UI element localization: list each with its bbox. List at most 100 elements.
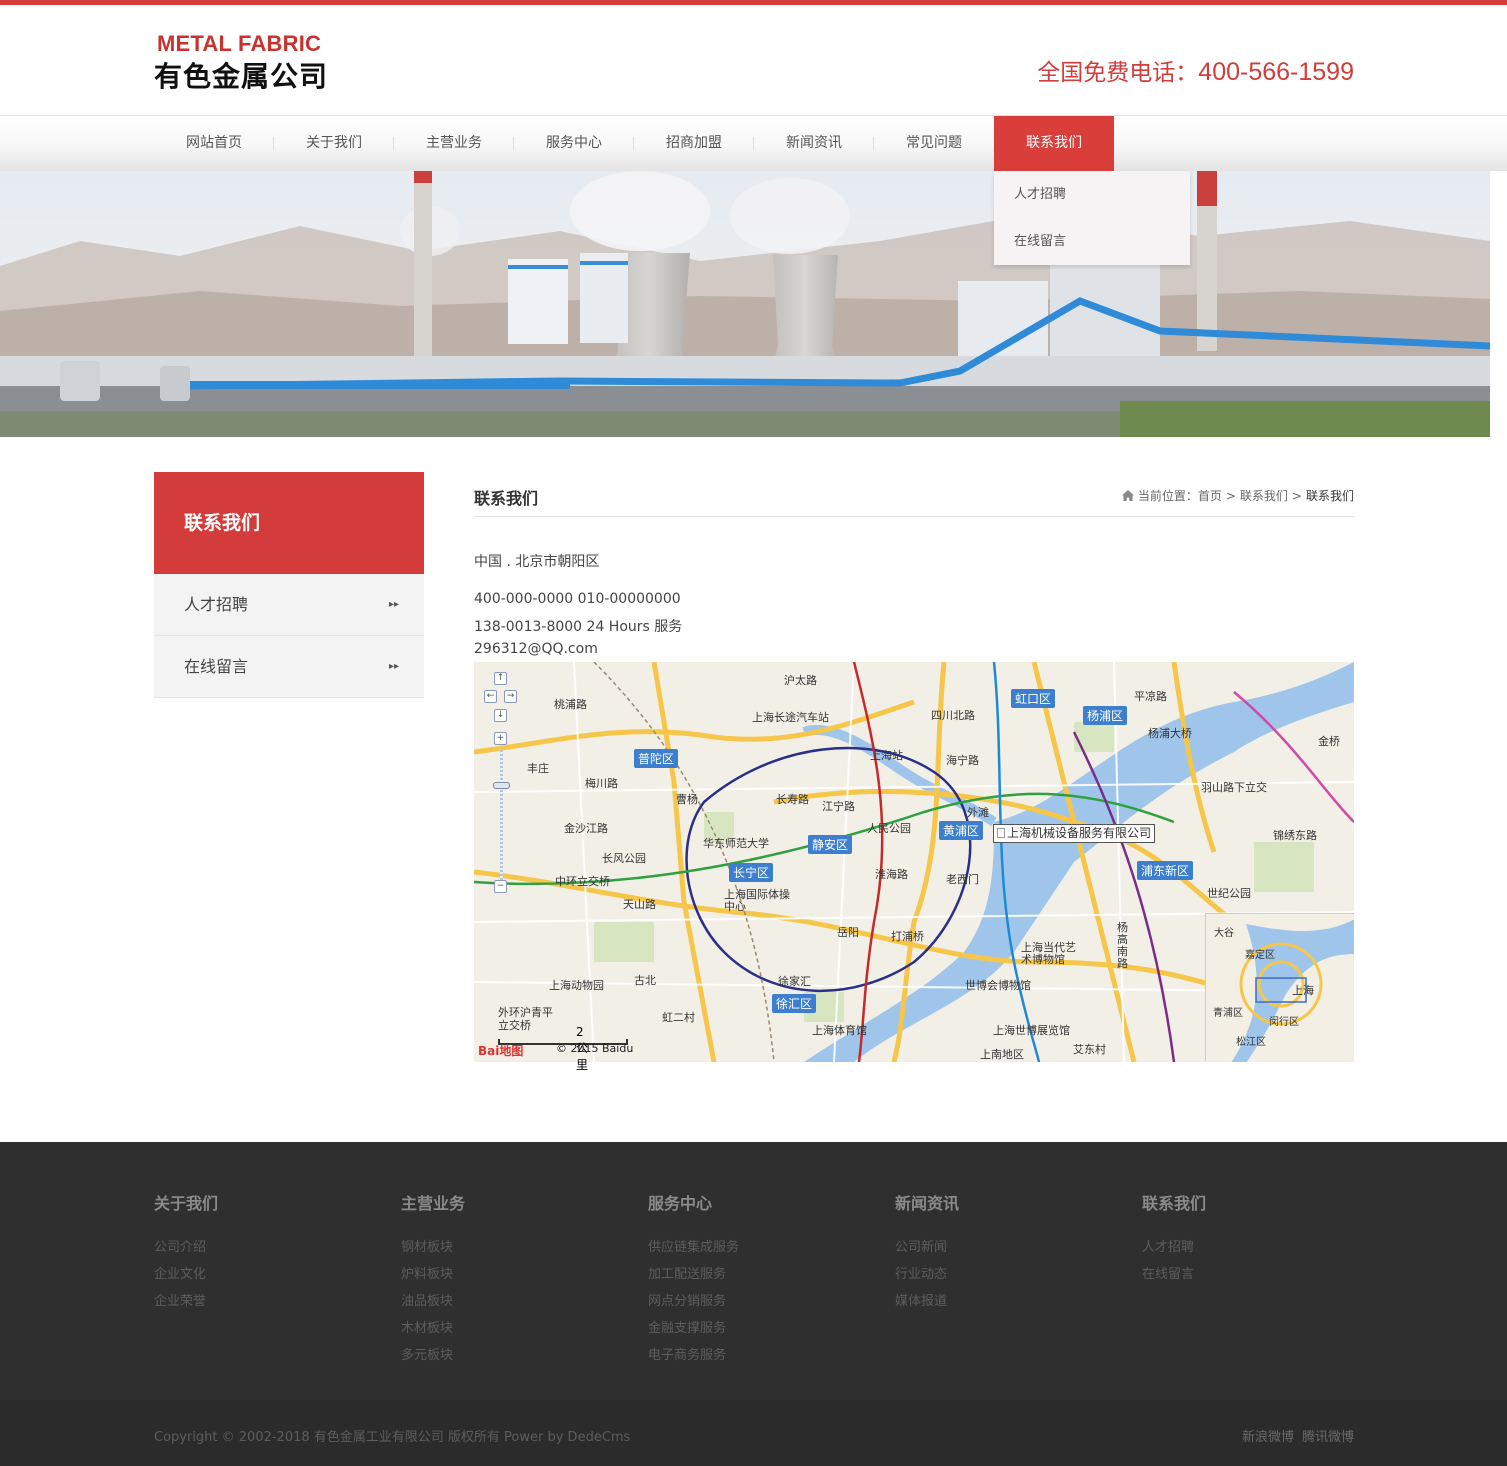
page-title: 联系我们 (474, 489, 539, 508)
map-place-label: 上南地区 (980, 1048, 1024, 1061)
nav-item-service[interactable]: 服务中心 (514, 116, 634, 171)
dropdown-item-message[interactable]: 在线留言 (994, 218, 1190, 265)
map-place-label: 天山路 (623, 898, 656, 911)
sidebar-title: 联系我们 (154, 472, 424, 574)
footer-link[interactable]: 炉料板块 (401, 1261, 601, 1288)
footer-link[interactable]: 油品板块 (401, 1288, 601, 1315)
map-place-label: 曹杨 (676, 793, 698, 806)
footer-column-news: 新闻资讯 公司新闻 行业动态 媒体报道 (895, 1190, 1095, 1315)
footer-column-contact: 联系我们 人才招聘 在线留言 (1142, 1190, 1342, 1288)
minimap-label: 青浦区 (1213, 1008, 1243, 1019)
map-district-label: 黄浦区 (939, 821, 984, 840)
dropdown-item-recruit[interactable]: 人才招聘 (994, 171, 1190, 218)
weibo-tencent-link[interactable]: 腾讯微博 (1302, 1426, 1354, 1445)
hotline-number: 400-566-1599 (1198, 58, 1354, 86)
hotline: 全国免费电话：400-566-1599 (1037, 53, 1354, 87)
breadcrumb-sep: > (1225, 488, 1236, 503)
map-marker-icon (997, 828, 1005, 838)
logo-cn-text: 有色金属公司 (154, 60, 329, 93)
footer-link[interactable]: 钢材板块 (401, 1234, 601, 1261)
nav-label: 招商加盟 (666, 135, 722, 151)
footer-link[interactable]: 电子商务服务 (648, 1342, 848, 1369)
map-place-label: 上海当代艺术博物馆 (1021, 941, 1076, 966)
footer-link[interactable]: 金融支撑服务 (648, 1315, 848, 1342)
nav-label: 新闻资讯 (786, 135, 842, 151)
map-place-label: 四川北路 (931, 709, 975, 722)
nav-item-news[interactable]: 新闻资讯 (754, 116, 874, 171)
pan-down-icon[interactable]: ↓ (494, 709, 507, 722)
footer-link[interactable]: 媒体报道 (895, 1288, 1095, 1315)
footer-column-title: 新闻资讯 (895, 1194, 960, 1213)
zoom-out-icon[interactable]: − (494, 880, 507, 893)
footer-link[interactable]: 木材板块 (401, 1315, 601, 1342)
footer-link[interactable]: 人才招聘 (1142, 1234, 1342, 1261)
breadcrumb-parent[interactable]: 联系我们 (1240, 487, 1288, 504)
map-place-label: 杨浦大桥 (1148, 727, 1192, 740)
map-location-marker[interactable]: 上海机械设备服务有限公司 (993, 824, 1156, 843)
footer-column-title: 主营业务 (401, 1194, 466, 1213)
map-place-label: 老西门 (946, 873, 979, 886)
footer-column-about: 关于我们 公司介绍 企业文化 企业荣誉 (154, 1190, 354, 1315)
map-district-label: 徐汇区 (772, 994, 817, 1013)
map-place-label: 长风公园 (602, 852, 646, 865)
logo-en-text: METAL FABRIC (157, 31, 322, 56)
footer-link[interactable]: 企业荣誉 (154, 1288, 354, 1315)
nav-item-home[interactable]: 网站首页 (154, 116, 274, 171)
pan-right-icon[interactable]: → (504, 690, 517, 703)
pan-up-icon[interactable]: ↑ (494, 672, 507, 685)
footer-link[interactable]: 企业文化 (154, 1261, 354, 1288)
footer-link[interactable]: 网点分销服务 (648, 1288, 848, 1315)
map-place-label: 上海动物园 (549, 979, 604, 992)
zoom-in-icon[interactable]: + (494, 732, 507, 745)
map-place-label: 上海站 (870, 749, 903, 762)
breadcrumb: 当前位置： 首页 > 联系我们 > 联系我们 (1121, 487, 1354, 504)
footer-link[interactable]: 公司介绍 (154, 1234, 354, 1261)
map-place-label: 金桥 (1318, 735, 1340, 748)
sidebar-item-recruit[interactable]: 人才招聘 ▸▸ (154, 574, 424, 636)
sidebar-item-label: 在线留言 (184, 657, 249, 676)
nav-label: 网站首页 (186, 135, 242, 151)
breadcrumb-home[interactable]: 首页 (1198, 487, 1222, 504)
footer-link[interactable]: 行业动态 (895, 1261, 1095, 1288)
map-place-label: 羽山路下立交 (1201, 781, 1267, 794)
main-nav: 网站首页 关于我们 主营业务 服务中心 招商加盟 新闻资讯 常见问题 联系我们 (0, 116, 1507, 171)
footer-link[interactable]: 多元板块 (401, 1342, 601, 1369)
zoom-slider-track[interactable] (500, 750, 503, 880)
map-copyright: © 2015 Baidu (556, 1042, 634, 1055)
map-place-label: 岳阳 (837, 926, 859, 939)
weibo-sina-link[interactable]: 新浪微博 (1242, 1426, 1294, 1445)
nav-item-faq[interactable]: 常见问题 (874, 116, 994, 171)
nav-label: 关于我们 (306, 135, 362, 151)
map-place-label: 上海体育馆 (812, 1024, 867, 1037)
map-district-label: 长宁区 (729, 863, 774, 882)
contact-email[interactable]: 296312@QQ.com (474, 641, 598, 657)
logo[interactable]: METAL FABRIC 有色金属公司 (154, 31, 334, 93)
pan-left-icon[interactable]: ← (484, 690, 497, 703)
nav-item-business[interactable]: 主营业务 (394, 116, 514, 171)
map-place-label: 丰庄 (527, 762, 549, 775)
zoom-slider-handle[interactable] (493, 782, 510, 789)
map-district-label: 虹口区 (1011, 689, 1056, 708)
nav-item-about[interactable]: 关于我们 (274, 116, 394, 171)
footer-link[interactable]: 加工配送服务 (648, 1261, 848, 1288)
minimap-label: 大谷 (1214, 928, 1234, 939)
footer-link[interactable]: 公司新闻 (895, 1234, 1095, 1261)
map-place-label: 梅川路 (585, 777, 618, 790)
footer-link[interactable]: 供应链集成服务 (648, 1234, 848, 1261)
nav-item-franchise[interactable]: 招商加盟 (634, 116, 754, 171)
map-place-label: 上海长途汽车站 (752, 711, 829, 724)
map-district-label: 普陀区 (634, 749, 679, 768)
footer-link[interactable]: 在线留言 (1142, 1261, 1342, 1288)
map-place-label: 长寿路 (776, 793, 809, 806)
breadcrumb-prefix: 当前位置： (1137, 489, 1198, 503)
main-content: 联系我们 当前位置： 首页 > 联系我们 > 联系我们 (474, 472, 1354, 517)
minimap-label: 上海 (1292, 984, 1314, 997)
nav-item-contact[interactable]: 联系我们 (994, 116, 1114, 171)
map-place-label: 淮海路 (875, 868, 908, 881)
map-place-label: 徐家汇 (778, 975, 811, 988)
sidebar-item-message[interactable]: 在线留言 ▸▸ (154, 636, 424, 698)
map-place-label: 上海世博展览馆 (993, 1024, 1070, 1037)
footer-column-title: 联系我们 (1142, 1194, 1207, 1213)
footer-column-title: 关于我们 (154, 1194, 219, 1213)
footer-copyright: Copyright © 2002-2018 有色金属工业有限公司 版权所有 Po… (154, 1430, 631, 1445)
